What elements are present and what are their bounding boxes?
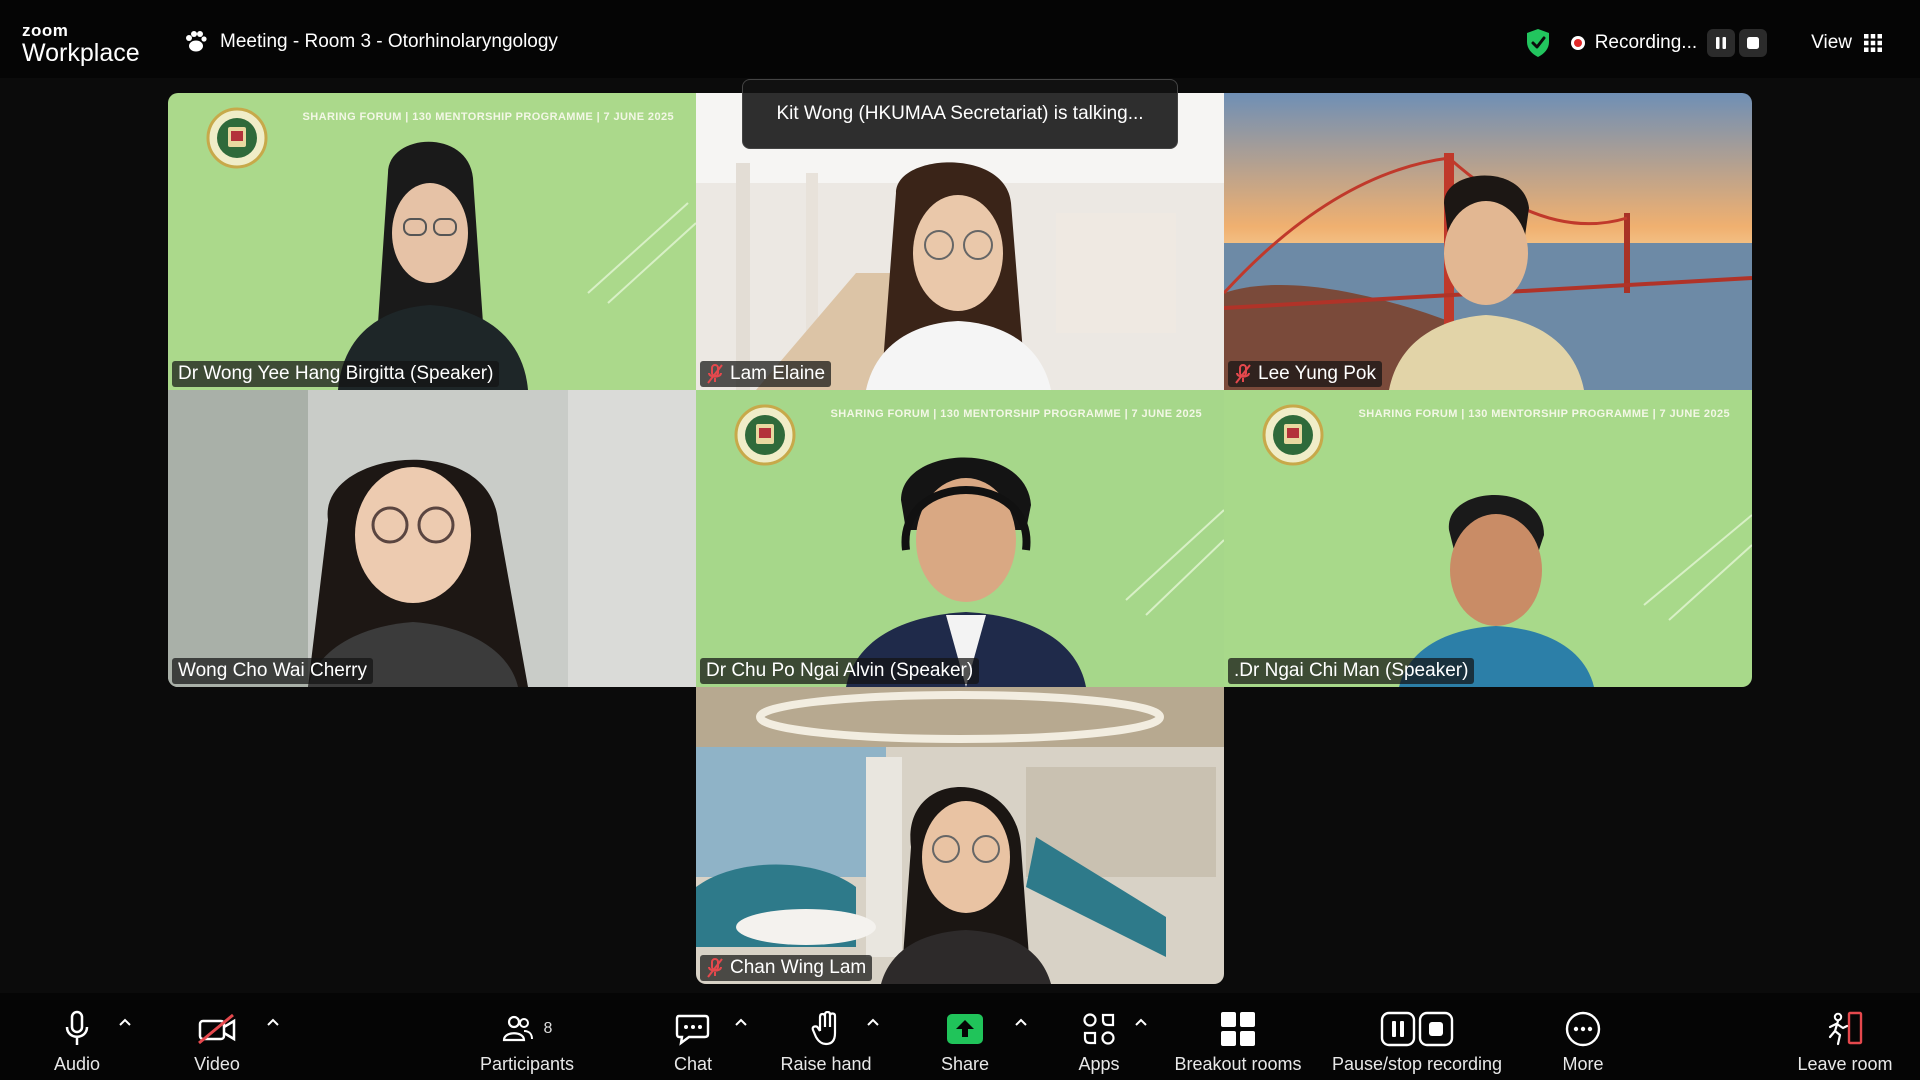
participant-name-tag: Wong Cho Wai Cherry (172, 658, 374, 684)
event-banner-text: SHARING FORUM | 130 MENTORSHIP PROGRAMME… (302, 111, 674, 123)
leave-room-label: Leave room (1797, 1054, 1893, 1074)
more-icon (1565, 1011, 1601, 1047)
more-button[interactable]: More (1552, 993, 1614, 1080)
video-tile[interactable]: SHARING FORUM | 130 MENTORSHIP PROGRAMME… (168, 93, 696, 390)
mic-muted-icon (1235, 364, 1251, 384)
participant-name-tag: .Dr Ngai Chi Man (Speaker) (1228, 658, 1475, 684)
chat-bubble-icon (675, 1014, 710, 1046)
school-crest-logo (734, 404, 796, 466)
participant-name: Chan Wing Lam (730, 957, 867, 978)
breakout-rooms-button[interactable]: Breakout rooms (1170, 993, 1306, 1080)
participant-name-tag: Dr Chu Po Ngai Alvin (Speaker) (700, 658, 980, 684)
participant-video (696, 687, 1224, 984)
video-label: Video (194, 1054, 240, 1074)
pause-stop-recording-button[interactable]: Pause/stop recording (1326, 993, 1508, 1080)
more-label: More (1562, 1054, 1604, 1074)
apps-icon (1083, 1013, 1115, 1045)
logo-workplace-text: Workplace (22, 39, 140, 67)
active-speaker-indicator: Kit Wong (HKUMAA Secretariat) is talking… (742, 79, 1178, 149)
grid-view-icon[interactable] (1864, 34, 1882, 52)
participant-name: Dr Wong Yee Hang Birgitta (Speaker) (178, 363, 494, 384)
video-tile[interactable]: SHARING FORUM | 130 MENTORSHIP PROGRAMME… (1224, 390, 1752, 687)
microphone-icon (65, 1010, 89, 1045)
meeting-title: Meeting - Room 3 - Otorhinolaryngology (220, 31, 558, 52)
share-options-chevron-icon[interactable] (1014, 1017, 1028, 1027)
meeting-toolbar: Audio Video 8 Participants Chat Raise ha… (0, 993, 1920, 1080)
school-crest-logo (1262, 404, 1324, 466)
logo-zoom-text: zoom (22, 21, 69, 40)
video-tile[interactable]: Lee Yung Pok (1224, 93, 1752, 390)
audio-button[interactable]: Audio (46, 993, 108, 1080)
video-tile[interactable]: Chan Wing Lam (696, 687, 1224, 984)
participants-label: Participants (479, 1054, 575, 1074)
apps-options-chevron-icon[interactable] (1134, 1017, 1148, 1027)
video-off-icon (198, 1013, 236, 1045)
raise-hand-label: Raise hand (780, 1054, 872, 1074)
audio-label: Audio (53, 1054, 101, 1074)
pause-icon (1716, 37, 1727, 49)
participant-name: Lee Yung Pok (1258, 363, 1376, 384)
leave-room-button[interactable]: Leave room (1790, 993, 1900, 1080)
share-button[interactable]: Share (934, 993, 996, 1080)
participant-video (1224, 93, 1752, 390)
leave-room-icon (1828, 1011, 1863, 1046)
breakout-rooms-icon (1221, 1012, 1255, 1046)
view-button[interactable]: View (1811, 32, 1852, 54)
school-crest-logo (206, 107, 268, 169)
stop-icon (1747, 37, 1760, 49)
audio-options-chevron-icon[interactable] (118, 1017, 132, 1027)
share-screen-icon (947, 1014, 983, 1044)
chat-options-chevron-icon[interactable] (734, 1017, 748, 1027)
participant-name-tag: Chan Wing Lam (700, 955, 873, 981)
paw-icon (186, 31, 207, 52)
apps-label: Apps (1078, 1054, 1120, 1074)
participant-name-tag: Dr Wong Yee Hang Birgitta (Speaker) (172, 361, 500, 387)
shield-check-icon[interactable] (1525, 28, 1551, 58)
chat-label: Chat (673, 1054, 713, 1074)
video-button[interactable]: Video (186, 993, 248, 1080)
participant-name: Dr Chu Po Ngai Alvin (Speaker) (706, 660, 974, 681)
breakout-rooms-label: Breakout rooms (1174, 1054, 1302, 1074)
mic-muted-icon (707, 364, 723, 384)
participant-name: .Dr Ngai Chi Man (Speaker) (1234, 660, 1469, 681)
participants-count: 8 (543, 1020, 553, 1037)
meeting-info[interactable]: Meeting - Room 3 - Otorhinolaryngology (184, 30, 558, 54)
top-bar: zoom Workplace Meeting - Room 3 - Otorhi… (0, 0, 1920, 78)
pause-recording-button[interactable] (1707, 29, 1736, 57)
participant-name: Lam Elaine (730, 363, 826, 384)
video-options-chevron-icon[interactable] (266, 1017, 280, 1027)
event-banner-text: SHARING FORUM | 130 MENTORSHIP PROGRAMME… (1358, 408, 1730, 420)
recording-status: Recording... (1594, 32, 1698, 53)
top-right-controls: Recording... View (1525, 26, 1882, 60)
raise-hand-button[interactable]: Raise hand (778, 993, 874, 1080)
video-tile[interactable]: Wong Cho Wai Cherry (168, 390, 696, 687)
participants-icon (502, 1015, 533, 1042)
share-label: Share (940, 1054, 990, 1074)
participant-video (168, 390, 696, 687)
pause-stop-recording-icon (1380, 1011, 1454, 1047)
participant-name-tag: Lee Yung Pok (1228, 361, 1382, 387)
app-logo: zoom Workplace (22, 22, 140, 66)
video-tile[interactable]: SHARING FORUM | 130 MENTORSHIP PROGRAMME… (696, 390, 1224, 687)
stop-recording-button[interactable] (1739, 29, 1768, 57)
participant-name: Wong Cho Wai Cherry (178, 660, 368, 681)
participants-button[interactable]: 8 Participants (474, 993, 580, 1080)
apps-button[interactable]: Apps (1068, 993, 1130, 1080)
raise-hand-icon (811, 1011, 837, 1046)
pause-stop-recording-label: Pause/stop recording (1331, 1054, 1503, 1074)
participant-name-tag: Lam Elaine (700, 361, 832, 387)
event-banner-text: SHARING FORUM | 130 MENTORSHIP PROGRAMME… (830, 408, 1202, 420)
mic-muted-icon (707, 958, 723, 978)
reactions-options-chevron-icon[interactable] (866, 1017, 880, 1027)
chat-button[interactable]: Chat (662, 993, 724, 1080)
recording-dot-icon (1570, 36, 1585, 50)
